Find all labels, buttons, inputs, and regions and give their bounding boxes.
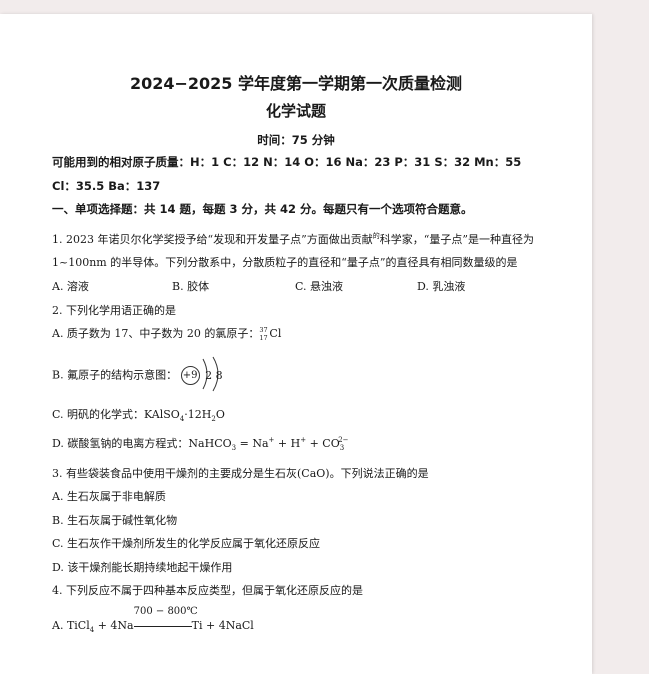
reaction-arrow: 700 − 800℃ <box>133 606 198 632</box>
q1-option-b: B. 胶体 <box>172 280 210 293</box>
atomic-number: 17 <box>259 334 268 342</box>
atomic-mass-line-1: 可能用到的相对原子质量：H：1 C：12 N：14 O：16 Na：23 P：3… <box>52 155 522 169</box>
eq-sup-2: + <box>300 436 307 444</box>
q1-option-d: D. 乳浊液 <box>417 280 466 293</box>
q4-eq-part-2: + 4Na <box>94 619 134 632</box>
q3-option-a: A. 生石灰属于非电解质 <box>52 490 166 503</box>
q4-eq-part-1: TiCl <box>66 619 90 632</box>
atomic-mass-line-2: Cl：35.5 Ba：137 <box>52 179 161 193</box>
q1-option-a: A. 溶液 <box>52 280 89 293</box>
electron-shells: 2 8 <box>202 356 223 391</box>
reaction-bar <box>133 625 192 627</box>
eq-sub-1: 3 <box>231 444 237 452</box>
q4-option-a: A. TiCl4 + 4Na 700 − 800℃ Ti + 4NaCl <box>52 606 254 634</box>
q3-option-c: C. 生石灰作干燥剂所发生的化学反应属于氧化还原反应 <box>52 537 321 550</box>
q2-a-text: A. 质子数为 17、中子数为 20 的氯原子： <box>52 327 260 340</box>
q4-stem: 4. 下列反应不属于四种基本反应类型，但属于氧化还原反应的是 <box>52 584 363 597</box>
alum-sub-2: 2 <box>211 415 216 423</box>
q1-text-a: 1. 2023 年诺贝尔化学奖授予给“发现和开发量子点”方面做出贡献 <box>52 233 373 246</box>
q3-stem: 3. 有些袋装食品中使用干燥剂的主要成分是生石灰(CaO)。下列说法正确的是 <box>52 467 429 480</box>
alum-formula-b: ·12H <box>184 408 212 421</box>
q1-sup: 的 <box>372 232 380 240</box>
document-page: 2024−2025 学年度第一学期第一次质量检测 化学试题 时间：75 分钟 可… <box>0 14 592 674</box>
q2-stem: 2. 下列化学用语正确的是 <box>52 304 176 317</box>
q4-eq-part-3: Ti + 4NaCl <box>191 619 254 632</box>
eq-part-2: = Na <box>236 437 269 450</box>
eq-sub-3: 3 <box>339 444 345 452</box>
q2-option-c: C. 明矾的化学式：KAlSO4·12H2O <box>52 406 225 423</box>
element-symbol: Cl <box>269 327 282 340</box>
section-heading: 一、单项选择题：共 14 题，每题 3 分，共 42 分。每题只有一个选项符合题… <box>52 202 473 216</box>
shell-electrons: 2 8 <box>205 368 223 382</box>
q2-option-d: D. 碳酸氢钠的电离方程式：NaHCO3 = Na+ + H+ + CO32− <box>52 435 355 452</box>
q4-a-label: A. <box>52 619 64 632</box>
eq-sup-1: + <box>268 436 275 444</box>
alum-sub-1: 4 <box>179 415 185 423</box>
exam-title: 2024−2025 学年度第一学期第一次质量检测 <box>129 74 463 93</box>
isotope-notation: 37 17 <box>259 326 269 342</box>
q2-d-text: D. 碳酸氢钠的电离方程式： <box>52 437 189 450</box>
eq-part-3: + H <box>274 437 301 450</box>
q2-c-text: C. 明矾的化学式： <box>52 408 145 421</box>
reaction-condition: 700 − 800℃ <box>133 606 198 617</box>
q2-b-text: B. 氟原子的结构示意图： <box>52 368 178 382</box>
mass-number: 37 <box>259 326 268 334</box>
exam-time: 时间：75 分钟 <box>257 133 335 147</box>
atom-nucleus: +9 <box>180 366 200 385</box>
q2-option-a: A. 质子数为 17、中子数为 20 的氯原子： 37 17 Cl <box>52 325 282 342</box>
q2-option-b: B. 氟原子的结构示意图： +9 2 8 <box>52 356 223 391</box>
eq-part-1: NaHCO <box>188 437 232 450</box>
q1-option-c: C. 悬浊液 <box>295 280 344 293</box>
eq-part-4: + CO <box>306 437 340 450</box>
q1-stem-line2: 1~100nm 的半导体。下列分散系中，分散质粒子的直径和“量子点”的直径具有相… <box>52 256 518 269</box>
q1-stem-line1: 1. 2023 年诺贝尔化学奖授予给“发现和开发量子点”方面做出贡献的科学家，“… <box>52 231 534 247</box>
q4-eq-sub: 4 <box>89 626 95 634</box>
q3-option-b: B. 生石灰属于碱性氧化物 <box>52 514 178 527</box>
alum-formula-c: O <box>215 408 225 421</box>
q1-text-b: 科学家，“量子点”是一种直径为 <box>379 233 534 246</box>
eq-sup-3: 2− <box>338 436 349 444</box>
alum-formula-a: KAlSO <box>144 408 180 421</box>
exam-subtitle: 化学试题 <box>265 102 326 120</box>
q3-option-d: D. 该干燥剂能长期持续地起干燥作用 <box>52 561 233 574</box>
